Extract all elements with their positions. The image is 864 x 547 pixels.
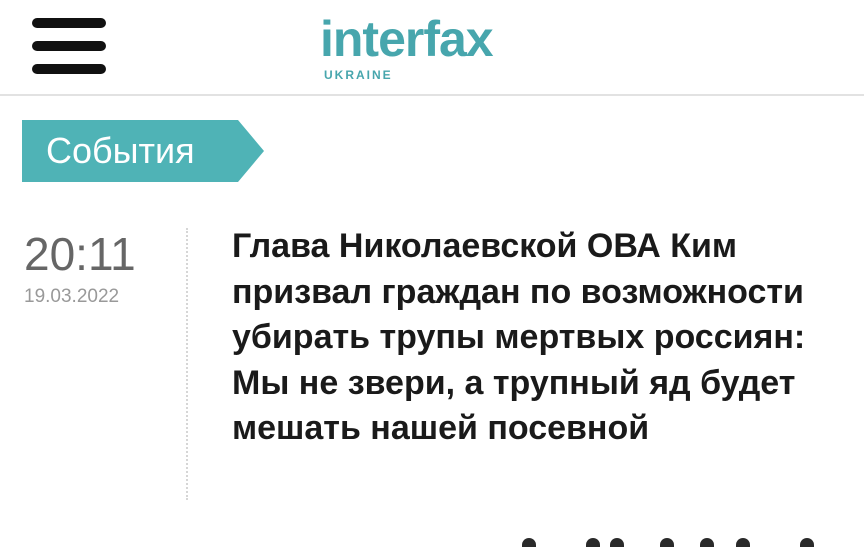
partial-glyph (736, 538, 750, 547)
partial-glyph (610, 538, 624, 547)
partial-glyph (800, 538, 814, 547)
category-label: События (22, 120, 238, 182)
next-item-partial (500, 528, 840, 547)
news-divider (186, 228, 188, 500)
logo-subtitle: UKRAINE (324, 68, 393, 82)
menu-bar-top (32, 18, 106, 28)
menu-bar-bottom (32, 64, 106, 74)
partial-glyph (522, 538, 536, 547)
hamburger-menu-icon[interactable] (32, 18, 106, 74)
news-time: 20:11 (24, 228, 136, 280)
menu-bar-middle (32, 41, 106, 51)
category-arrow-shape (238, 120, 264, 182)
top-header: interfax UKRAINE (0, 0, 864, 96)
partial-glyph (586, 538, 600, 547)
partial-glyph (700, 538, 714, 547)
news-date: 19.03.2022 (24, 286, 120, 307)
news-headline-link[interactable]: Глава Николаевской ОВА Ким призвал гражд… (232, 224, 842, 452)
interfax-logo[interactable]: interfax UKRAINE (318, 4, 548, 86)
partial-glyph (660, 538, 674, 547)
logo-wordmark: interfax (320, 11, 494, 67)
